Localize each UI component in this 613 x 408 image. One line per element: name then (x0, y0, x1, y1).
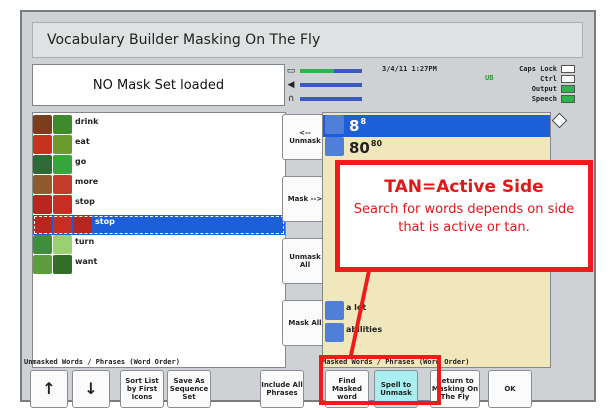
battery-level (300, 69, 362, 73)
ctrl-box (561, 75, 575, 83)
unmasked-list-label: Unmasked Words / Phrases (Word Order) (24, 358, 180, 366)
list-item-label: want (75, 257, 98, 266)
mask-status: NO Mask Set loaded (32, 64, 285, 106)
list-item[interactable]: go (33, 155, 285, 175)
up-arrow-icon: ↑ (42, 379, 56, 398)
list-item-label: more (75, 177, 99, 186)
ctrl-label: Ctrl (540, 75, 557, 83)
list-item[interactable]: stop (33, 215, 285, 235)
audio-meters: ▭ ◀ ∩ (282, 64, 366, 106)
symbol-icon (325, 323, 344, 342)
mask-all-button-label: Mask All (288, 319, 322, 327)
include-phrases-button-label: Include All Phrases (261, 381, 303, 397)
volume-level (300, 83, 362, 87)
scroll-handle-icon[interactable] (551, 112, 568, 129)
page-title: Vocabulary Builder Masking On The Fly (32, 22, 583, 58)
save-sequence-button[interactable]: Save As Sequence Set (167, 370, 211, 408)
save-sequence-button-label: Save As Sequence Set (169, 377, 209, 401)
symbol-icon (53, 155, 72, 174)
symbol-icon (53, 255, 72, 274)
output-indicator: Output (532, 84, 575, 94)
unmask-all-button-label: Unmask All (289, 253, 321, 269)
ub-label: UB (485, 74, 494, 82)
symbol-icon (53, 135, 72, 154)
list-item-label: abilities (346, 325, 383, 334)
symbol-icon (53, 215, 72, 234)
symbol-icon (325, 115, 344, 134)
scroll-up-button[interactable]: ↑ (30, 370, 68, 408)
list-item-number: 8 (349, 117, 360, 135)
ok-button-label: OK (504, 385, 516, 393)
symbol-icon (33, 235, 52, 254)
symbol-icon (53, 235, 72, 254)
callout-body: Search for words depends on side that is… (353, 202, 575, 235)
symbol-icon (33, 255, 52, 274)
key-indicators: Caps Lock UB Ctrl Output Speech (485, 64, 575, 108)
callout-annotation: TAN=Active Side Search for words depends… (335, 160, 593, 272)
list-item[interactable]: stop (33, 195, 285, 215)
scroll-down-button[interactable]: ↓ (72, 370, 110, 408)
symbol-icon (33, 195, 52, 214)
speaker-icon: ◀ (287, 80, 295, 90)
list-item[interactable]: want (33, 255, 285, 275)
list-item-label: go (75, 157, 87, 166)
ok-button[interactable]: OK (488, 370, 532, 408)
list-item[interactable]: more (33, 175, 285, 195)
speech-indicator: Speech (532, 94, 575, 104)
sort-list-button[interactable]: Sort List by First Icons (120, 370, 164, 408)
output-label: Output (531, 85, 557, 93)
list-item[interactable]: drink (33, 115, 285, 135)
speech-box (561, 95, 575, 103)
mask-status-text: NO Mask Set loaded (92, 77, 225, 93)
battery-meter: ▭ (282, 66, 366, 76)
headphone-level (300, 97, 362, 101)
symbol-icon (53, 115, 72, 134)
list-item[interactable]: 88 (323, 115, 550, 137)
symbol-icon (33, 215, 52, 234)
volume-meter: ◀ (282, 80, 366, 90)
output-box (561, 85, 575, 93)
headphone-icon: ∩ (287, 94, 295, 104)
symbol-icon (33, 155, 52, 174)
symbol-icon (73, 215, 92, 234)
list-item-label: stop (95, 217, 115, 226)
list-item[interactable]: 80 80 (323, 137, 550, 159)
caps-lock-indicator: Caps Lock (519, 64, 575, 74)
title-text: Vocabulary Builder Masking On The Fly (47, 32, 321, 48)
list-item[interactable]: turn (33, 235, 285, 255)
symbol-icon (325, 301, 344, 320)
unmask-button-label: <-- Unmask (289, 129, 321, 145)
symbol-icon (33, 135, 52, 154)
symbol-icon (325, 137, 344, 156)
headphone-meter: ∩ (282, 94, 366, 104)
list-item-label: 80 (370, 139, 383, 148)
symbol-icon (53, 195, 72, 214)
sort-list-button-label: Sort List by First Icons (125, 377, 159, 401)
list-item[interactable]: eat (33, 135, 285, 155)
unmasked-list[interactable]: drink eat go more stop stop turn want (32, 112, 286, 368)
symbol-icon (53, 175, 72, 194)
down-arrow-icon: ↓ (84, 379, 98, 398)
list-item-number: 80 (349, 139, 370, 157)
caps-lock-label: Caps Lock (519, 65, 557, 73)
highlight-box (319, 355, 441, 405)
list-item-label: eat (75, 137, 90, 146)
list-item-label: turn (75, 237, 95, 246)
mask-button-label: Mask --> (287, 195, 323, 203)
datetime: 3/4/11 1:27PM (382, 65, 437, 73)
caps-lock-box (561, 65, 575, 73)
ctrl-indicator: Ctrl (540, 74, 575, 84)
include-phrases-button[interactable]: Include All Phrases (260, 370, 304, 408)
list-item-label: 8 (360, 117, 367, 126)
list-item-label: stop (75, 197, 95, 206)
battery-icon: ▭ (286, 66, 296, 76)
symbol-icon (33, 175, 52, 194)
symbol-icon (33, 115, 52, 134)
speech-label: Speech (531, 95, 557, 103)
list-item-label: drink (75, 117, 99, 126)
callout-heading: TAN=Active Side (384, 177, 544, 197)
